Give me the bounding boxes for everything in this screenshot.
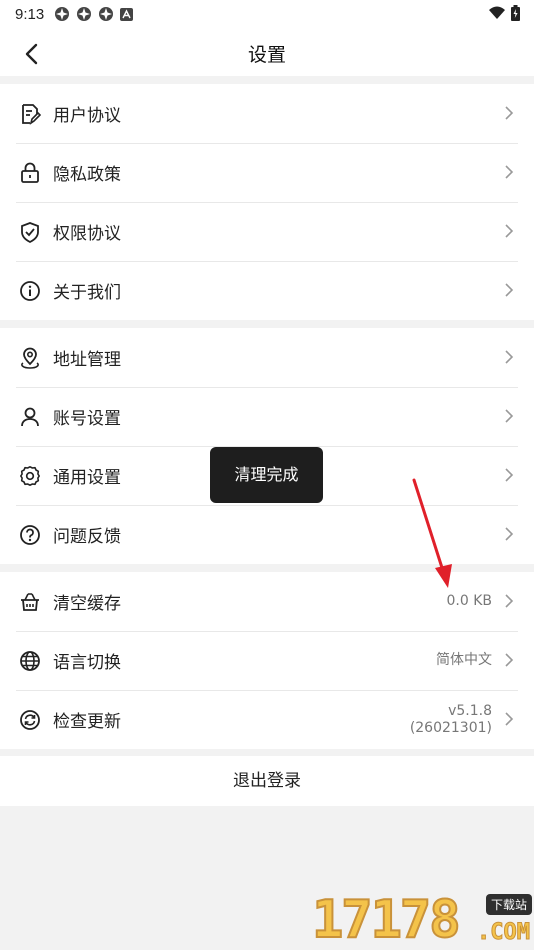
settings-item-permission-agreement[interactable]: 权限协议 — [16, 202, 518, 262]
chevron-right-icon — [505, 653, 514, 667]
battery-icon — [511, 5, 520, 21]
settings-item-about-us[interactable]: 关于我们 — [16, 261, 518, 320]
chevron-right-icon — [505, 468, 514, 482]
settings-item-label: 用户协议 — [53, 106, 121, 126]
document-edit-icon — [17, 101, 43, 127]
chevron-right-icon — [505, 350, 514, 364]
version-build: (26021301) — [409, 719, 492, 736]
settings-item-label: 问题反馈 — [53, 527, 121, 547]
version-value: v5.1.8 (26021301) — [410, 703, 492, 737]
settings-item-label: 关于我们 — [53, 283, 121, 303]
shield-check-icon — [17, 219, 43, 245]
settings-item-label: 语言切换 — [53, 653, 121, 673]
chevron-right-icon — [505, 594, 514, 608]
toast-message: 清理完成 — [210, 447, 323, 503]
notification-icon — [99, 7, 114, 21]
settings-item-label: 权限协议 — [53, 224, 121, 244]
settings-group-1: 用户协议 隐私政策 权限协议 关于我们 — [0, 84, 534, 320]
gear-icon — [17, 463, 43, 489]
status-bar: 9:13 — [0, 0, 534, 28]
chevron-right-icon — [505, 409, 514, 423]
watermark-logo: 17178 下载站 .COM — [311, 888, 534, 950]
version-number: v5.1.8 — [448, 702, 492, 719]
text-notification-icon — [120, 7, 134, 21]
settings-item-label: 隐私政策 — [53, 165, 121, 185]
logout-button[interactable]: 退出登录 — [0, 756, 534, 806]
wifi-icon — [489, 6, 505, 19]
chevron-right-icon — [505, 283, 514, 297]
location-pin-icon — [17, 345, 43, 371]
settings-item-check-update[interactable]: 检查更新 v5.1.8 (26021301) — [16, 690, 518, 749]
chevron-right-icon — [505, 712, 514, 726]
info-circle-icon — [17, 278, 43, 304]
question-circle-icon — [17, 522, 43, 548]
chevron-right-icon — [505, 165, 514, 179]
watermark-number: 17178 — [311, 889, 462, 950]
settings-item-language[interactable]: 语言切换 简体中文 — [16, 631, 518, 691]
globe-icon — [17, 648, 43, 674]
settings-item-address-management[interactable]: 地址管理 — [16, 328, 518, 388]
language-value: 简体中文 — [436, 652, 492, 668]
chevron-right-icon — [505, 527, 514, 541]
settings-item-label: 检查更新 — [53, 712, 121, 732]
status-time: 9:13 — [15, 5, 45, 23]
settings-item-label: 通用设置 — [53, 468, 121, 488]
lock-icon — [17, 160, 43, 186]
user-icon — [17, 404, 43, 430]
settings-item-account-settings[interactable]: 账号设置 — [16, 387, 518, 447]
chevron-right-icon — [505, 106, 514, 120]
watermark-badge: 下载站 — [485, 894, 532, 915]
notification-icon — [55, 7, 70, 21]
settings-item-user-agreement[interactable]: 用户协议 — [16, 84, 518, 144]
settings-item-privacy-policy[interactable]: 隐私政策 — [16, 143, 518, 203]
refresh-icon — [17, 707, 43, 733]
settings-item-label: 账号设置 — [53, 409, 121, 429]
annotation-arrow — [412, 478, 452, 588]
chevron-right-icon — [505, 224, 514, 238]
nav-bar: 设置 — [0, 28, 534, 76]
notification-icon — [77, 7, 92, 21]
broom-basket-icon — [17, 589, 43, 615]
settings-item-label: 清空缓存 — [53, 594, 121, 614]
settings-item-label: 地址管理 — [53, 350, 121, 370]
page-title: 设置 — [247, 44, 286, 66]
notification-icons — [54, 6, 134, 22]
watermark-suffix: .COM — [477, 920, 531, 946]
